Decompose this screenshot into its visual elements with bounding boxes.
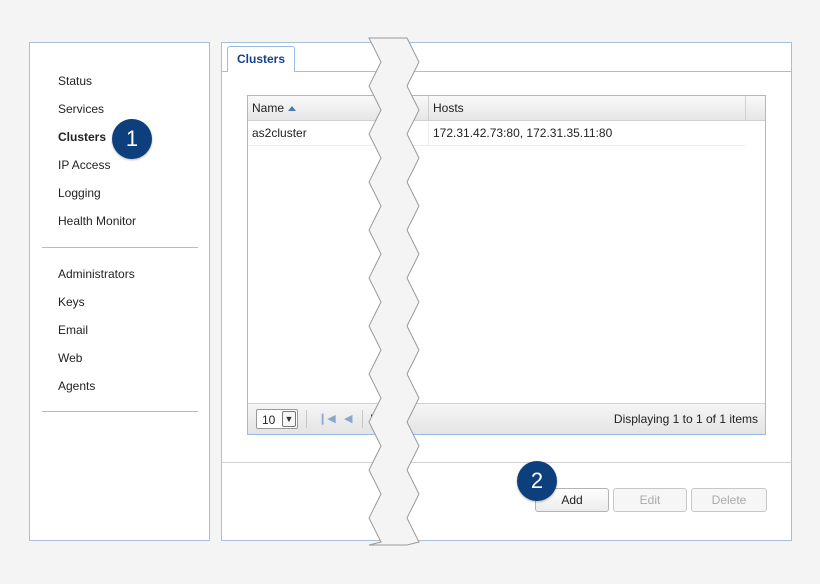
callout-badge-2: 2 (517, 461, 557, 501)
torn-break-decoration (368, 37, 420, 546)
torn-break-shape (368, 37, 420, 546)
callout-badge-1: 1 (112, 119, 152, 159)
